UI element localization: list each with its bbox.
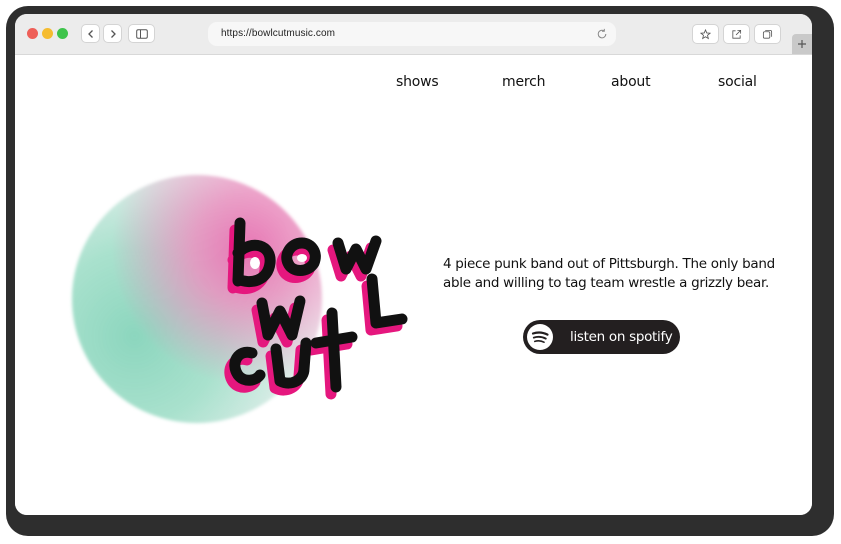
browser-window: https://bowlcutmusic.com shows merch abo… <box>15 14 812 515</box>
tabs-icon <box>762 29 773 39</box>
nav-link-social[interactable]: social <box>718 74 757 90</box>
share-icon <box>732 29 742 39</box>
sidebar-icon <box>135 28 148 39</box>
band-logo <box>224 217 408 400</box>
nav-link-merch[interactable]: merch <box>502 74 545 90</box>
spotify-button[interactable]: listen on spotify <box>523 320 680 354</box>
maximize-window-button[interactable] <box>57 28 68 39</box>
share-button[interactable] <box>723 24 750 44</box>
minimize-window-button[interactable] <box>42 28 53 39</box>
new-tab-button[interactable] <box>792 34 812 54</box>
sidebar-button[interactable] <box>128 24 155 43</box>
spotify-button-label: listen on spotify <box>570 329 673 345</box>
page-content: shows merch about social 4 piece punk ba… <box>15 55 812 515</box>
forward-button[interactable] <box>103 24 122 43</box>
reload-icon[interactable] <box>596 28 608 40</box>
close-window-button[interactable] <box>27 28 38 39</box>
address-bar[interactable]: https://bowlcutmusic.com <box>208 22 616 46</box>
band-tagline: 4 piece punk band out of Pittsburgh. The… <box>443 255 775 291</box>
back-button[interactable] <box>81 24 100 43</box>
spotify-icon <box>527 324 553 350</box>
url-text[interactable]: https://bowlcutmusic.com <box>221 22 335 46</box>
star-icon <box>700 28 711 39</box>
nav-link-shows[interactable]: shows <box>396 74 439 90</box>
chevron-right-icon <box>110 29 116 38</box>
nav-link-about[interactable]: about <box>611 74 651 90</box>
browser-toolbar: https://bowlcutmusic.com <box>15 14 812 55</box>
bookmark-button[interactable] <box>692 24 719 44</box>
plus-icon <box>798 40 806 48</box>
tabs-button[interactable] <box>754 24 781 44</box>
chevron-left-icon <box>87 29 93 38</box>
